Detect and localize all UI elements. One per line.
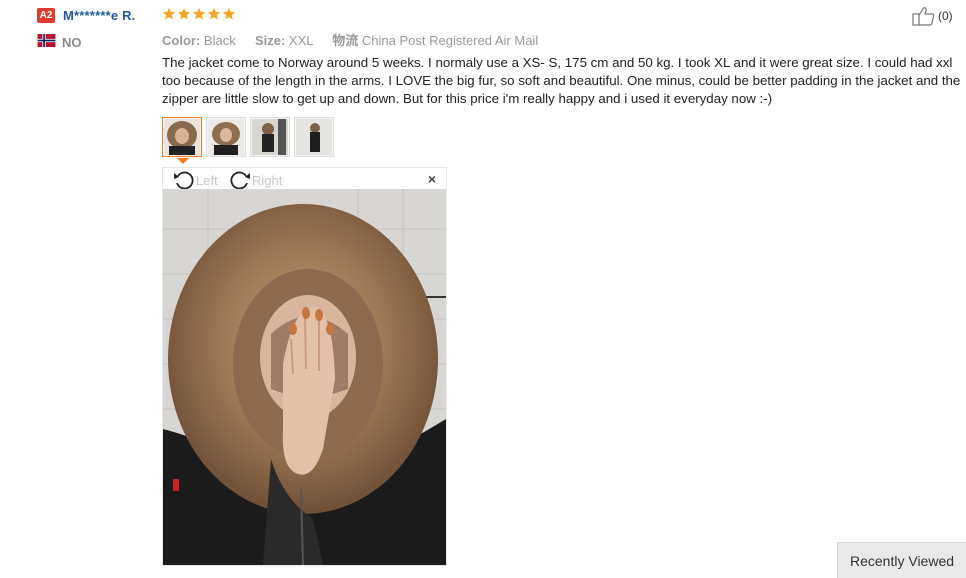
viewer-toolbar: Left Right ×	[163, 168, 446, 190]
star-icon	[222, 7, 236, 20]
photo-viewer: Left Right ×	[162, 167, 447, 566]
color-value: Black	[203, 33, 236, 48]
reviewer-country: NO	[62, 35, 82, 50]
photo-thumbnail-image	[164, 119, 200, 155]
buyer-level-badge: A2	[37, 8, 55, 23]
rotate-right-icon	[230, 171, 250, 190]
photo-thumbnail-image	[296, 119, 332, 155]
star-icon	[192, 7, 206, 20]
recently-viewed-button[interactable]: Recently Viewed	[837, 542, 966, 578]
reviewer-name: M*******e R.	[63, 8, 136, 23]
helpful-count: (0)	[938, 9, 953, 23]
color-label: Color:	[162, 33, 201, 48]
star-rating	[162, 7, 236, 21]
order-attributes: Color: Black Size: XXL 物流 China Post Reg…	[162, 30, 538, 49]
rotate-left-icon	[174, 171, 194, 190]
rotate-right-label: Right	[252, 172, 283, 188]
star-icon	[162, 7, 176, 20]
star-icon	[207, 7, 221, 20]
thumbnail-photo-1[interactable]	[162, 117, 202, 157]
helpful-button[interactable]: (0)	[912, 6, 953, 26]
norway-flag-icon	[37, 34, 56, 47]
thumbs-up-icon	[912, 7, 935, 26]
rotate-left-button[interactable]: Left	[173, 170, 218, 190]
size-value: XXL	[288, 33, 314, 48]
rotate-left-label: Left	[196, 172, 218, 188]
shipping-value: China Post Registered Air Mail	[361, 33, 539, 48]
review-photo	[163, 189, 446, 565]
rotate-right-button[interactable]: Right	[229, 170, 282, 190]
active-thumbnail-indicator	[177, 158, 189, 164]
thumbnail-photo-4[interactable]	[294, 117, 334, 157]
shipping-label: 物流	[332, 33, 359, 48]
photo-thumbnail-image	[208, 119, 244, 155]
star-icon	[177, 7, 191, 20]
thumbnail-photo-2[interactable]	[206, 117, 246, 157]
size-label: Size:	[254, 33, 286, 48]
review-photo-thumbnails	[162, 117, 334, 157]
review-text: The jacket come to Norway around 5 weeks…	[162, 55, 961, 106]
thumbnail-photo-3[interactable]	[250, 117, 290, 157]
photo-thumbnail-image	[252, 119, 288, 155]
close-viewer-button[interactable]: ×	[428, 171, 436, 187]
